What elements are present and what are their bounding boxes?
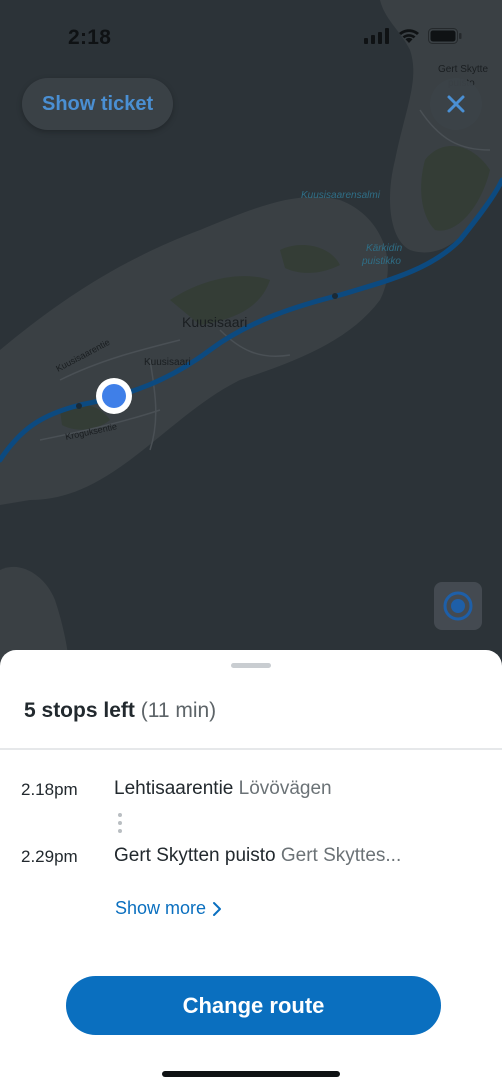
stop-time: 2.29pm — [21, 847, 78, 866]
stop-time: 2.18pm — [21, 780, 78, 799]
current-position-dot — [102, 384, 126, 408]
stops-left-summary: 5 stops left (11 min) — [24, 699, 216, 723]
show-more-link[interactable]: Show more — [115, 898, 222, 919]
intermediate-stops-dots — [117, 813, 123, 835]
close-button[interactable] — [430, 78, 482, 130]
route-stop-dot — [332, 293, 338, 299]
map-label: Kuusisaari — [182, 314, 247, 330]
chevron-right-icon — [213, 901, 222, 916]
map-label: Kuusisaarensalmi — [301, 190, 381, 201]
route-stop-dot — [76, 403, 82, 409]
home-indicator — [162, 1071, 340, 1077]
sheet-drag-handle[interactable] — [231, 663, 271, 668]
show-ticket-button[interactable]: Show ticket — [22, 78, 174, 130]
stop-name: Gert Skytten puisto Gert Skyttes... — [114, 845, 401, 867]
stops-left-count: 5 stops left — [24, 699, 135, 722]
close-icon — [447, 95, 465, 113]
map-label: Kärkidin — [366, 243, 403, 254]
status-time: 2:18 — [68, 26, 112, 49]
stops-left-duration: (11 min) — [140, 699, 217, 722]
stop-primary-name: Lehtisaarentie — [114, 778, 234, 799]
wifi-icon — [399, 29, 419, 43]
stop-alt-name: Lövövägen — [238, 778, 332, 799]
locate-button[interactable] — [434, 582, 482, 630]
stop-name: Lehtisaarentie Lövövägen — [114, 778, 332, 800]
stop-primary-name: Gert Skytten puisto — [114, 845, 276, 866]
locate-icon — [443, 591, 473, 621]
status-icons — [364, 28, 462, 44]
stop-row: 2.29pm Gert Skytten puisto Gert Skyttes.… — [0, 845, 502, 873]
stop-alt-name: Gert Skyttes... — [280, 845, 402, 866]
signal-icon — [364, 28, 389, 44]
stop-row: 2.18pm Lehtisaarentie Lövövägen — [0, 778, 502, 806]
status-bar: 2:18 — [0, 0, 502, 76]
show-more-label: Show more — [115, 898, 207, 918]
divider — [0, 748, 502, 750]
map-label: Kuusisaari — [144, 357, 191, 368]
change-route-button[interactable]: Change route — [66, 976, 441, 1035]
battery-icon — [428, 28, 462, 44]
map-label: puistikko — [361, 256, 401, 267]
trip-bottom-sheet: 5 stops left (11 min) 2.18pm Lehtisaaren… — [0, 650, 502, 1087]
